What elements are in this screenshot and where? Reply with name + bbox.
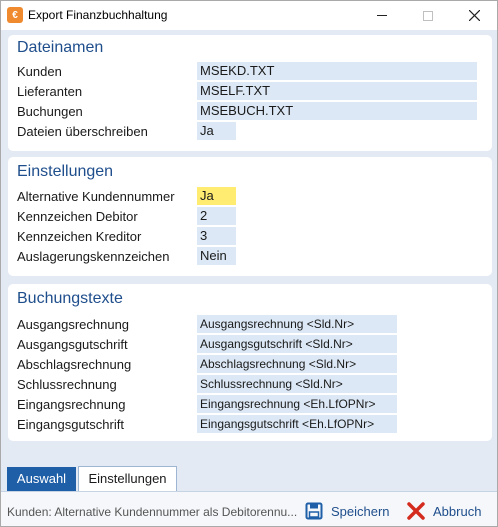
- label-dateien-ueberschreiben: Dateien überschreiben: [17, 124, 148, 139]
- label-auslagerungskennzeichen: Auslagerungskennzeichen: [17, 249, 170, 264]
- save-button[interactable]: Speichern: [305, 502, 390, 520]
- app-logo-icon: €: [7, 7, 23, 23]
- field-schlussrechnung[interactable]: Schlussrechnung <Sld.Nr>: [197, 375, 397, 393]
- field-kennzeichen-debitor[interactable]: 2: [197, 207, 236, 225]
- field-dateien-ueberschreiben[interactable]: Ja: [197, 122, 236, 140]
- save-button-label: Speichern: [331, 503, 390, 519]
- label-ausgangsgutschrift: Ausgangsgutschrift: [17, 337, 128, 352]
- window-title: Export Finanzbuchhaltung: [28, 8, 168, 22]
- field-eingangsgutschrift[interactable]: Eingangsgutschrift <Eh.LfOPNr>: [197, 415, 397, 433]
- label-eingangsgutschrift: Eingangsgutschrift: [17, 417, 124, 432]
- label-buchungen: Buchungen: [17, 104, 83, 119]
- label-alternative-kundennummer: Alternative Kundennummer: [17, 189, 175, 204]
- cancel-x-icon: [407, 502, 425, 520]
- field-kunden[interactable]: MSEKD.TXT: [197, 62, 477, 80]
- minimize-button[interactable]: [359, 1, 405, 30]
- label-ausgangsrechnung: Ausgangsrechnung: [17, 317, 130, 332]
- panel-einstellungen: Einstellungen Alternative Kundennummer J…: [8, 157, 492, 276]
- field-eingangsrechnung[interactable]: Eingangsrechnung <Eh.LfOPNr>: [197, 395, 397, 413]
- field-ausgangsgutschrift[interactable]: Ausgangsgutschrift <Sld.Nr>: [197, 335, 397, 353]
- field-kennzeichen-kreditor[interactable]: 3: [197, 227, 236, 245]
- label-lieferanten: Lieferanten: [17, 84, 83, 99]
- maximize-icon: [423, 10, 433, 21]
- field-auslagerungskennzeichen[interactable]: Nein: [197, 247, 236, 265]
- panel-buchungstexte: Buchungstexte Ausgangsrechnung Ausgangsr…: [8, 284, 492, 441]
- floppy-disk-icon: [305, 502, 323, 520]
- tab-einstellungen[interactable]: Einstellungen: [78, 466, 177, 491]
- close-button[interactable]: [451, 1, 497, 30]
- label-eingangsrechnung: Eingangsrechnung: [17, 397, 126, 412]
- panel-dateinamen: Dateinamen Kunden MSEKD.TXT Lieferanten …: [8, 35, 492, 151]
- close-icon: [468, 10, 480, 21]
- panel-title-buchungstexte: Buchungstexte: [17, 290, 123, 307]
- status-bar: Kunden: Alternative Kundennummer als Deb…: [1, 491, 497, 526]
- field-ausgangsrechnung[interactable]: Ausgangsrechnung <Sld.Nr>: [197, 315, 397, 333]
- maximize-button[interactable]: [405, 1, 451, 30]
- label-abschlagsrechnung: Abschlagsrechnung: [17, 357, 132, 372]
- label-kunden: Kunden: [17, 64, 62, 79]
- cancel-button[interactable]: Abbruch: [407, 502, 481, 520]
- label-kennzeichen-debitor: Kennzeichen Debitor: [17, 209, 138, 224]
- field-abschlagsrechnung[interactable]: Abschlagsrechnung <Sld.Nr>: [197, 355, 397, 373]
- label-kennzeichen-kreditor: Kennzeichen Kreditor: [17, 229, 142, 244]
- status-hint-text: Kunden: Alternative Kundennummer als Deb…: [7, 505, 297, 519]
- field-lieferanten[interactable]: MSELF.TXT: [197, 82, 477, 100]
- minimize-icon: [377, 15, 387, 16]
- field-buchungen[interactable]: MSEBUCH.TXT: [197, 102, 477, 120]
- field-alternative-kundennummer[interactable]: Ja: [197, 187, 236, 205]
- tab-auswahl[interactable]: Auswahl: [7, 467, 76, 491]
- title-bar: € Export Finanzbuchhaltung: [1, 1, 497, 30]
- export-window: € Export Finanzbuchhaltung Dateinamen Ku…: [0, 0, 498, 527]
- label-schlussrechnung: Schlussrechnung: [17, 377, 117, 392]
- panel-title-einstellungen: Einstellungen: [17, 163, 114, 180]
- cancel-button-label: Abbruch: [433, 503, 482, 519]
- panel-title-dateinamen: Dateinamen: [17, 39, 104, 56]
